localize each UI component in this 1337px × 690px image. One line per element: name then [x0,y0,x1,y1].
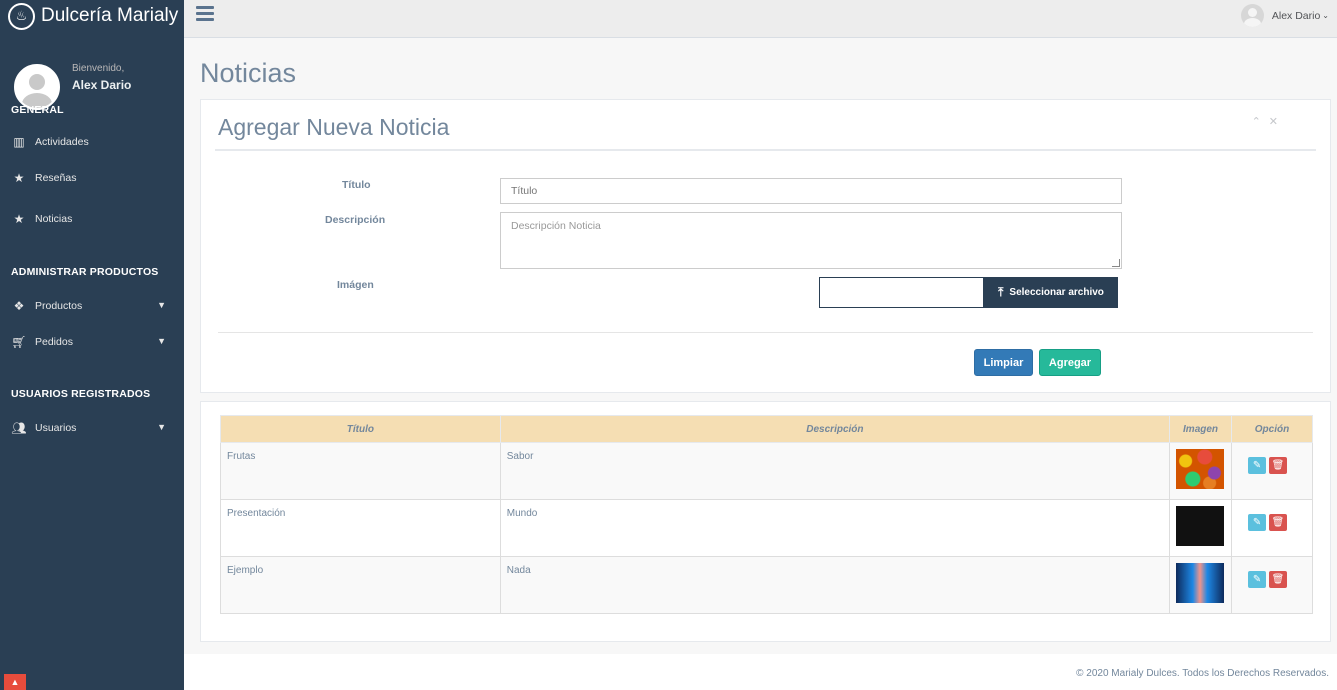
panel-title: Agregar Nueva Noticia [218,114,450,140]
cell-title: Frutas [220,442,501,500]
sidebar-item-label: Actividades [35,136,89,148]
top-navbar: Alex Dario ⌄ [184,0,1337,38]
cell-description: Sabor [499,442,1171,500]
add-news-panel: Agregar Nueva Noticia ⌃✕ Título Descripc… [200,99,1331,393]
sidebar-item-pedidos[interactable]: 🛒︎ Pedidos ▼ [0,324,184,360]
news-table: Título Descripción Imagen Opción Frutas … [220,415,1313,614]
edit-icon[interactable]: ✎ [1248,457,1267,474]
user-menu[interactable]: Alex Dario ⌄ [1240,4,1329,27]
cake-icon: ♨ [8,2,35,30]
sidebar-item-productos[interactable]: ❖ Productos ▼ [0,288,184,324]
footer-text: © 2020 Marialy Dulces. Todos los Derecho… [1076,668,1329,679]
divider [215,149,1316,151]
add-button[interactable]: Agregar [1039,349,1101,376]
sidebar-item-noticias[interactable]: ★ Noticias [0,201,184,237]
sidebar-item-label: Reseñas [35,172,77,184]
menu-toggle-icon[interactable] [196,6,214,24]
title-input[interactable] [500,178,1122,204]
cell-title: Ejemplo [220,556,501,614]
cell-description: Nada [499,556,1171,614]
dropbox-icon: ❖ [13,299,25,313]
corner-badge-icon: ▲ [4,674,26,690]
news-image [1176,563,1225,603]
sidebar-item-label: Productos [35,300,83,312]
panel-tools: ⌃✕ [1252,115,1286,128]
divider [218,332,1313,333]
user-name: Alex Dario [1271,9,1321,22]
news-table-panel: Título Descripción Imagen Opción Frutas … [200,401,1331,642]
sidebar-item-resenas[interactable]: ★ Reseñas [0,160,184,196]
select-file-label: Seleccionar archivo [1009,287,1104,298]
table-row: Ejemplo Nada ✎ 🗑︎ [220,556,1313,614]
section-productos: ADMINISTRAR PRODUCTOS [11,266,159,278]
cell-title: Presentación [220,499,501,557]
bar-chart-icon: ▥ [13,135,25,149]
description-textarea[interactable]: Descripción Noticia [500,212,1122,269]
star-icon: ★ [13,212,25,226]
trash-icon[interactable]: 🗑︎ [1269,514,1288,531]
column-header: Descripción [499,415,1171,443]
cart-icon: 🛒︎ [11,335,27,349]
trash-icon[interactable]: 🗑︎ [1269,457,1288,474]
edit-icon[interactable]: ✎ [1248,514,1267,531]
chevron-down-icon: ▼ [157,300,166,310]
star-icon: ★ [13,171,25,185]
column-header: Imagen [1169,415,1233,443]
sidebar-item-usuarios[interactable]: 👥︎ Usuarios ▼ [0,410,184,446]
edit-icon[interactable]: ✎ [1248,571,1267,588]
file-name-field[interactable] [819,277,984,308]
description-placeholder: Descripción Noticia [511,220,601,232]
page-title: Noticias [200,58,297,88]
welcome-text: Bienvenido, [72,62,125,74]
news-image [1176,506,1225,546]
section-general: GENERAL [11,104,64,116]
sidebar-item-label: Noticias [35,213,73,225]
cell-description: Mundo [499,499,1171,557]
collapse-icon[interactable]: ⌃ [1252,116,1269,128]
clear-button[interactable]: Limpiar [974,349,1033,376]
sidebar: ♨ Dulcería Marialy Bienvenido, Alex Dari… [0,0,184,690]
chevron-down-icon: ⌄ [1322,11,1329,20]
table-row: Presentación Mundo ✎ 🗑︎ [220,499,1313,557]
news-image [1176,449,1225,489]
avatar [1240,4,1264,27]
column-header: Opción [1231,415,1313,443]
brand[interactable]: ♨ Dulcería Marialy [0,0,184,32]
chevron-down-icon: ▼ [157,422,166,432]
sidebar-item-actividades[interactable]: ▥ Actividades [0,124,184,160]
title-label: Título [342,179,371,191]
chevron-down-icon: ▼ [157,336,166,346]
close-icon[interactable]: ✕ [1269,116,1286,128]
footer: © 2020 Marialy Dulces. Todos los Derecho… [184,654,1337,690]
brand-title: Dulcería Marialy [41,5,179,26]
upload-icon: ⤒ [998,285,1004,299]
table-row: Frutas Sabor ✎ 🗑︎ [220,442,1313,500]
sidebar-item-label: Usuarios [35,422,77,434]
resize-handle[interactable] [1112,259,1120,267]
description-label: Descripción [325,214,386,226]
users-icon: 👥︎ [11,421,27,435]
section-usuarios: USUARIOS REGISTRADOS [11,388,151,400]
sidebar-item-label: Pedidos [35,336,73,348]
trash-icon[interactable]: 🗑︎ [1269,571,1288,588]
column-header: Título [220,415,501,443]
select-file-button[interactable]: ⤒ Seleccionar archivo [984,277,1118,308]
image-label: Imágen [337,279,374,291]
profile-name: Alex Dario [72,77,132,92]
